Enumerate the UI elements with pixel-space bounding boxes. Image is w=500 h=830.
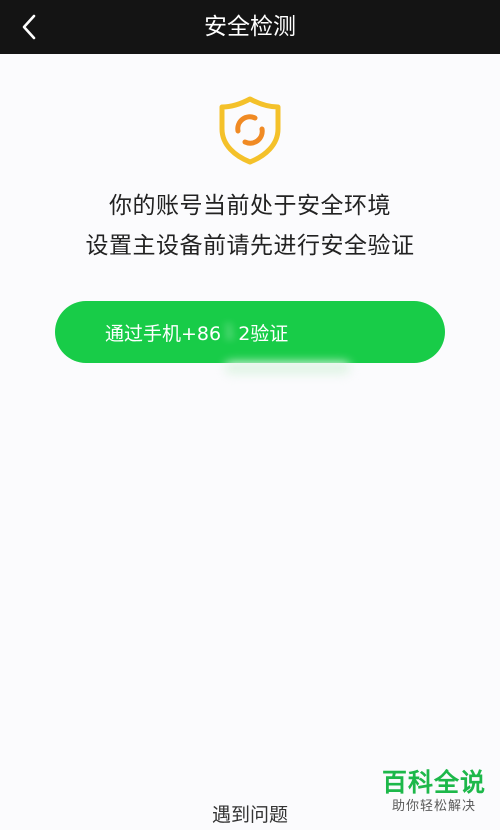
verify-button-label: 通过手机+86 1 2验证 [105, 319, 288, 346]
watermark-main-text: 百科全说 [381, 768, 486, 797]
verify-suffix: 2验证 [238, 322, 289, 345]
watermark-sub-text: 助你轻松解决 [391, 799, 476, 814]
watermark-logo: 百科全说 助你轻松解决 [378, 768, 490, 816]
shield-icon [219, 96, 281, 165]
page-title: 安全检测 [204, 14, 296, 40]
masked-phone-number: 1 [223, 321, 237, 343]
security-status-text: 你的账号当前处于安全环境 [109, 193, 391, 219]
verification-instruction-text: 设置主设备前请先进行安全验证 [85, 233, 415, 259]
verify-by-phone-button[interactable]: 通过手机+86 1 2验证 [55, 301, 445, 363]
verify-prefix: 通过手机+86 [105, 322, 222, 345]
nav-bar: 安全检测 [0, 0, 500, 54]
privacy-mask [225, 362, 350, 374]
